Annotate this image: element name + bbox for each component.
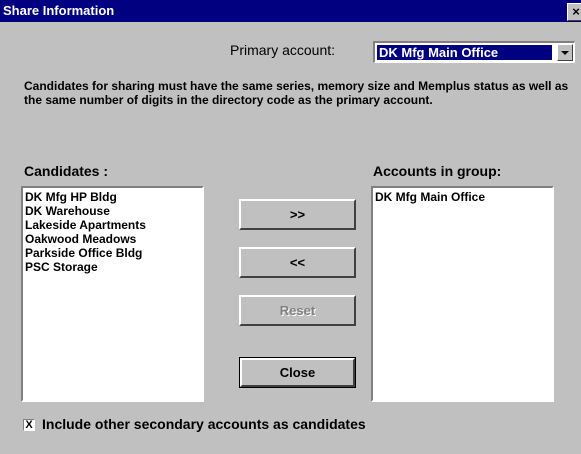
close-button[interactable]: Close bbox=[239, 357, 356, 388]
primary-account-value: DK Mfg Main Office bbox=[377, 45, 552, 60]
reset-button[interactable]: Reset bbox=[239, 295, 356, 326]
list-item[interactable]: DK Mfg HP Bldg bbox=[25, 190, 202, 204]
include-secondary-checkbox[interactable]: X bbox=[23, 419, 35, 431]
list-item[interactable]: DK Mfg Main Office bbox=[375, 190, 552, 204]
sharing-description: Candidates for sharing must have the sam… bbox=[24, 79, 569, 107]
list-item[interactable]: Lakeside Apartments bbox=[25, 218, 202, 232]
list-item[interactable]: Parkside Office Bldg bbox=[25, 246, 202, 260]
list-item[interactable]: DK Warehouse bbox=[25, 204, 202, 218]
close-button-label: Close bbox=[240, 358, 355, 387]
title-bar: Share Information × bbox=[0, 0, 581, 22]
primary-account-label: Primary account: bbox=[230, 42, 336, 58]
remove-from-group-button[interactable]: << bbox=[239, 247, 356, 278]
candidates-list[interactable]: DK Mfg HP Bldg DK Warehouse Lakeside Apa… bbox=[21, 186, 204, 402]
primary-account-select[interactable]: DK Mfg Main Office bbox=[373, 41, 575, 63]
accounts-in-group-list[interactable]: DK Mfg Main Office bbox=[371, 186, 554, 402]
list-item[interactable]: Oakwood Meadows bbox=[25, 232, 202, 246]
list-item[interactable]: PSC Storage bbox=[25, 260, 202, 274]
accounts-in-group-label: Accounts in group: bbox=[373, 163, 502, 179]
chevron-down-icon[interactable] bbox=[557, 44, 573, 61]
close-icon: × bbox=[572, 4, 580, 19]
window-title: Share Information bbox=[3, 3, 115, 18]
include-secondary-label[interactable]: Include other secondary accounts as cand… bbox=[42, 416, 366, 432]
close-window-button[interactable]: × bbox=[567, 3, 581, 21]
candidates-label: Candidates : bbox=[24, 163, 109, 179]
add-to-group-button[interactable]: >> bbox=[239, 199, 356, 230]
